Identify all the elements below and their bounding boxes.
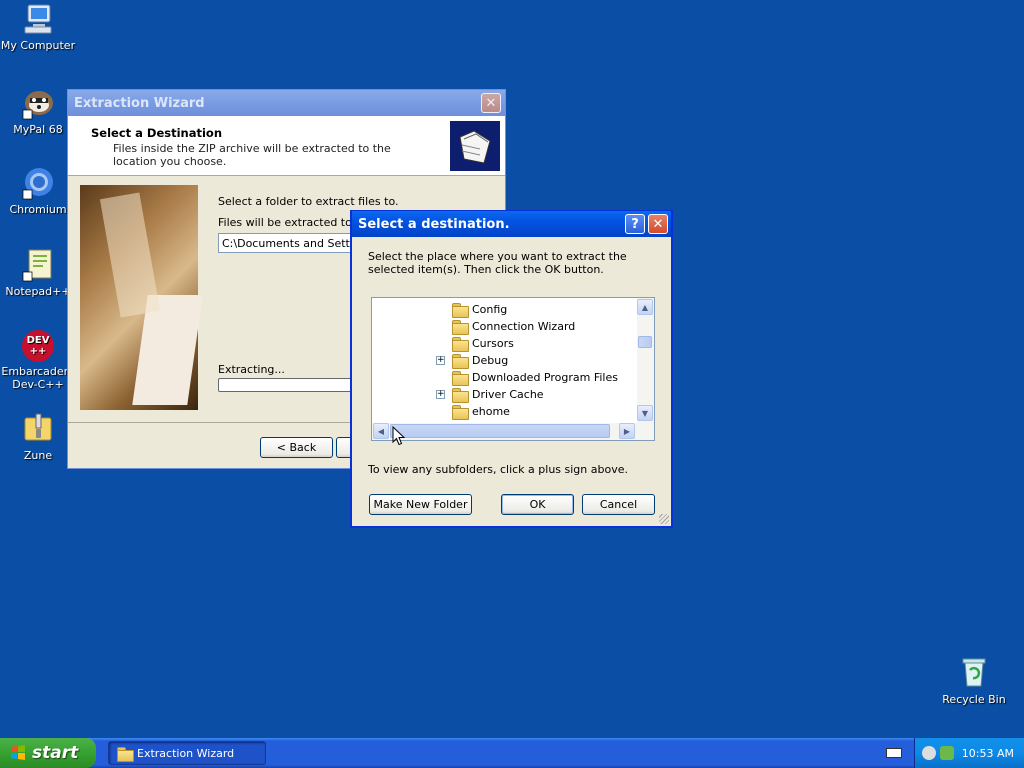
make-new-folder-button[interactable]: Make New Folder xyxy=(369,494,472,515)
scroll-down-button[interactable]: ▼ xyxy=(637,405,653,421)
browse-dialog-title: Select a destination. xyxy=(358,216,510,232)
desktop-icon-label: Embarcadero Dev-C++ xyxy=(1,365,75,391)
notepadpp-icon xyxy=(21,248,55,282)
wizard-select-label: Select a folder to extract files to. xyxy=(218,195,399,208)
horizontal-scroll-thumb[interactable] xyxy=(390,424,610,438)
desktop-icon-label: Zune xyxy=(23,449,53,462)
scroll-right-button[interactable]: ▶ xyxy=(619,423,635,439)
wizard-path-field[interactable]: C:\Documents and Settings xyxy=(218,233,358,253)
my-computer-icon xyxy=(21,2,55,36)
zune-icon xyxy=(21,412,55,446)
devcpp-icon: DEV ++ xyxy=(22,330,54,362)
wizard-title: Extraction Wizard xyxy=(74,95,205,111)
devcpp-badge-plus: ++ xyxy=(29,346,47,357)
help-icon: ? xyxy=(631,216,639,232)
folder-tree-items: Config Connection Wizard Cursors + Debug Down… xyxy=(372,300,636,424)
folder-icon xyxy=(452,388,469,403)
clock[interactable]: 10:53 AM xyxy=(962,747,1014,760)
desktop-icon-zune[interactable]: Zune xyxy=(0,412,76,462)
vertical-scroll-thumb[interactable] xyxy=(638,336,652,348)
tree-item-label: Cursors xyxy=(472,337,514,350)
wizard-header-subtitle: Files inside the ZIP archive will be ext… xyxy=(113,142,391,168)
tree-item[interactable]: Downloaded Program Files xyxy=(452,369,618,386)
tree-item-label: ehome xyxy=(472,405,510,418)
close-icon: ✕ xyxy=(485,95,497,111)
desktop-icon-label: Chromium xyxy=(9,203,67,216)
keyboard-icon[interactable] xyxy=(886,748,902,758)
desktop-icon-notepadpp[interactable]: Notepad++ xyxy=(0,248,76,298)
folder-icon xyxy=(452,320,469,335)
tree-item[interactable]: Cursors xyxy=(452,335,514,352)
folder-icon xyxy=(452,354,469,369)
taskbar: start Extraction Wizard 10:53 AM xyxy=(0,738,1024,768)
wizard-close-button[interactable]: ✕ xyxy=(481,93,501,113)
tree-item-label: Driver Cache xyxy=(472,388,544,401)
wizard-titlebar[interactable]: Extraction Wizard ✕ xyxy=(68,90,505,116)
scroll-up-button[interactable]: ▲ xyxy=(637,299,653,315)
wizard-header: Select a Destination Files inside the ZI… xyxy=(68,116,505,176)
folder-icon xyxy=(452,337,469,352)
folder-icon xyxy=(452,303,469,318)
wizard-back-button[interactable]: < Back xyxy=(260,437,333,458)
taskbar-item-extraction-wizard[interactable]: Extraction Wizard xyxy=(108,741,266,765)
wizard-header-title: Select a Destination xyxy=(91,126,223,140)
tree-item[interactable]: + Driver Cache xyxy=(436,386,544,403)
taskbar-item-label: Extraction Wizard xyxy=(137,746,235,760)
desktop-icon-label: MyPal 68 xyxy=(13,123,63,136)
help-button[interactable]: ? xyxy=(625,214,645,234)
tree-vertical-scrollbar[interactable]: ▲ ▼ xyxy=(637,298,654,423)
browse-dialog-titlebar[interactable]: Select a destination. ? ✕ xyxy=(352,211,671,237)
chromium-icon xyxy=(21,166,55,200)
security-icon[interactable] xyxy=(939,746,954,760)
resize-grip-icon[interactable] xyxy=(659,514,669,524)
tree-item-label: Connection Wizard xyxy=(472,320,576,333)
browse-dialog-close-button[interactable]: ✕ xyxy=(648,214,668,234)
recycle-bin-icon xyxy=(957,656,991,690)
browse-instructions: Select the place where you want to extra… xyxy=(368,250,627,276)
start-button[interactable]: start xyxy=(0,738,96,768)
tree-item[interactable]: + Debug xyxy=(436,352,509,369)
browse-hint: To view any subfolders, click a plus sig… xyxy=(368,463,628,476)
tree-item-label: Downloaded Program Files xyxy=(472,371,618,384)
desktop-icon-chromium[interactable]: Chromium xyxy=(0,166,76,216)
desktop-icon-recycle-bin[interactable]: Recycle Bin xyxy=(936,656,1012,706)
folder-icon xyxy=(117,746,134,762)
mouse-cursor-icon xyxy=(392,425,406,446)
wizard-progress-bar xyxy=(218,378,358,392)
ok-button[interactable]: OK xyxy=(501,494,574,515)
expand-plus-icon[interactable]: + xyxy=(436,390,445,399)
folder-tree-view[interactable]: Config Connection Wizard Cursors + Debug Down… xyxy=(371,297,655,441)
tree-item[interactable]: Connection Wizard xyxy=(452,318,575,335)
wizard-folder-graphic-icon xyxy=(450,121,500,171)
tree-item-label: Debug xyxy=(472,354,509,367)
tree-horizontal-scrollbar[interactable]: ◀ ▶ xyxy=(372,423,654,440)
system-tray: 10:53 AM xyxy=(914,738,1024,768)
desktop-icon-label: My Computer xyxy=(0,39,76,52)
desktop-icon-label: Recycle Bin xyxy=(942,693,1006,706)
network-icon[interactable] xyxy=(921,746,936,760)
desktop-icon-devcpp[interactable]: DEV ++ Embarcadero Dev-C++ xyxy=(0,330,76,391)
expand-plus-icon[interactable]: + xyxy=(436,356,445,365)
close-icon: ✕ xyxy=(652,216,664,232)
windows-logo-icon xyxy=(10,745,26,761)
tree-item[interactable]: ehome xyxy=(452,403,510,420)
wizard-side-image xyxy=(80,185,203,410)
devcpp-badge-text: DEV xyxy=(26,335,50,346)
tree-item[interactable]: Config xyxy=(452,301,507,318)
start-label: start xyxy=(32,743,79,763)
scroll-left-button[interactable]: ◀ xyxy=(373,423,389,439)
browse-folder-dialog: Select a destination. ? ✕ Select the pla… xyxy=(350,210,673,528)
desktop-icon-my-computer[interactable]: My Computer xyxy=(0,2,76,52)
mypal-icon xyxy=(21,86,55,120)
tree-item-label: Config xyxy=(472,303,508,316)
desktop-icon-mypal[interactable]: MyPal 68 xyxy=(0,86,76,136)
cancel-button[interactable]: Cancel xyxy=(582,494,655,515)
folder-icon xyxy=(452,371,469,386)
desktop-icon-label: Notepad++ xyxy=(5,285,71,298)
folder-icon xyxy=(452,405,469,420)
wizard-extracting-label: Extracting... xyxy=(218,363,285,376)
